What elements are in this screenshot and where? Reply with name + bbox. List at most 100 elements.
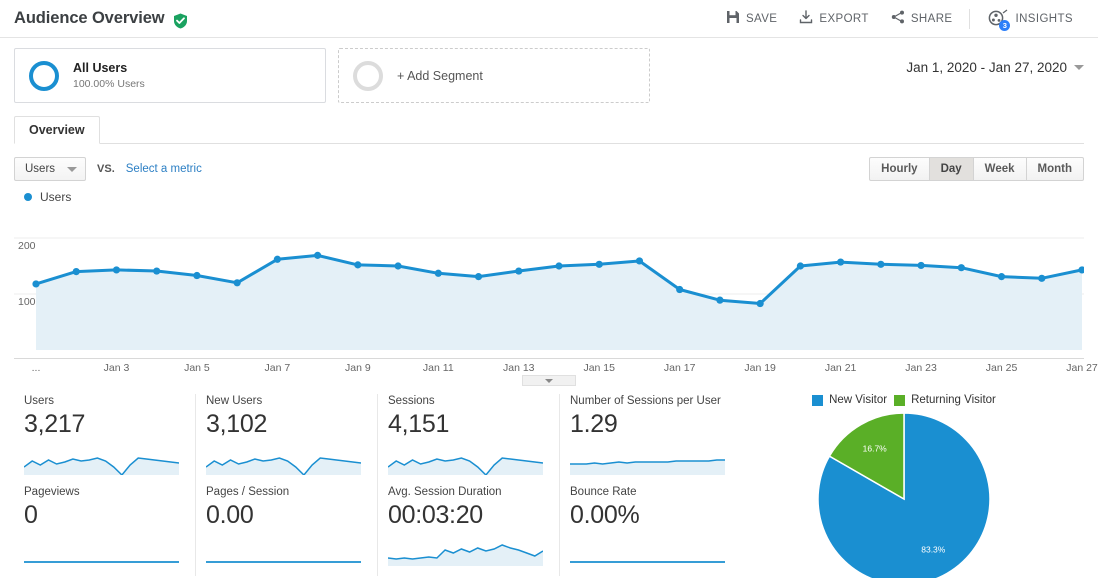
pie-legend-label-returning: Returning Visitor <box>911 394 996 406</box>
x-tick-jan-9: Jan 9 <box>345 362 371 374</box>
metric-value: 4,151 <box>388 410 450 438</box>
metric-sparkline <box>388 544 543 566</box>
granularity-day[interactable]: Day <box>929 157 974 181</box>
x-tick-jan-3: Jan 3 <box>103 362 130 374</box>
chart-expander-handle[interactable] <box>522 375 576 386</box>
export-icon <box>799 10 813 27</box>
x-tick-jan-27: Jan 27 <box>1066 362 1098 374</box>
vs-label: VS. <box>97 163 115 175</box>
metric-selector[interactable]: Users <box>14 157 87 181</box>
select-metric-link[interactable]: Select a metric <box>126 163 202 175</box>
toolbar-divider <box>969 8 971 29</box>
chart-legend: Users <box>0 181 1098 204</box>
svg-text:200: 200 <box>18 240 36 252</box>
metric-label: Users <box>24 395 55 407</box>
metric-card-bounce-rate[interactable]: Bounce Rate 0.00% <box>560 485 741 576</box>
metric-label: Number of Sessions per User <box>570 395 721 407</box>
users-line-chart[interactable]: 200 100 <box>14 210 1084 358</box>
metric-value: 0 <box>24 501 38 529</box>
tab-overview[interactable]: Overview <box>14 116 100 144</box>
add-segment-label: + Add Segment <box>397 68 483 83</box>
verified-shield-icon <box>173 13 188 29</box>
metric-value: 1.29 <box>570 410 618 438</box>
tab-bar: Overview <box>14 116 1084 144</box>
pie-legend-swatch-returning <box>894 394 906 406</box>
segment-sub: 100.00% Users <box>73 77 145 90</box>
svg-text:100: 100 <box>18 296 36 308</box>
x-tick-jan-25: Jan 25 <box>985 362 1018 374</box>
pie-legend: New Visitor Returning Visitor <box>724 394 1084 406</box>
metric-card-avg-session-duration[interactable]: Avg. Session Duration 00:03:20 <box>378 485 560 576</box>
metric-label: Pages / Session <box>206 486 290 498</box>
metric-card-pages-session[interactable]: Pages / Session 0.00 <box>196 485 378 576</box>
metric-label: Sessions <box>388 395 435 407</box>
x-tick-jan-7: Jan 7 <box>264 362 291 374</box>
share-icon <box>891 10 905 27</box>
chart-controls: Users VS. Select a metric Hourly Day Wee… <box>0 144 1098 181</box>
metric-selector-label: Users <box>25 163 56 175</box>
save-button[interactable]: SAVE <box>715 6 788 31</box>
visitor-type-pie-chart: 83.3% 16.7% <box>817 412 991 578</box>
metric-value: 0.00% <box>570 501 640 529</box>
metric-value: 00:03:20 <box>388 501 483 529</box>
date-range-picker[interactable]: Jan 1, 2020 - Jan 27, 2020 <box>906 60 1084 91</box>
pie-slice-label-new-visitor: 83.3% <box>921 545 946 555</box>
segment-name: All Users <box>73 60 128 75</box>
metric-card-new-users[interactable]: New Users 3,102 <box>196 394 378 485</box>
metric-sparkline <box>206 457 361 475</box>
export-label: EXPORT <box>819 12 869 25</box>
metric-sparkline <box>570 561 725 563</box>
pie-legend-label-new: New Visitor <box>829 394 888 406</box>
date-range-label: Jan 1, 2020 - Jan 27, 2020 <box>906 60 1067 75</box>
granularity-week[interactable]: Week <box>973 157 1027 181</box>
segment-bar: All Users 100.00% Users + Add Segment Ja… <box>0 38 1098 103</box>
metric-card-pageviews[interactable]: Pageviews 0 <box>14 485 196 576</box>
app-header: Audience Overview SAVE EXPORT SHARE 3 IN… <box>0 0 1098 38</box>
metric-card-number-of-sessions-per-user[interactable]: Number of Sessions per User 1.29 <box>560 394 741 485</box>
x-tick-jan-5: Jan 5 <box>184 362 210 374</box>
header-toolbar: SAVE EXPORT SHARE 3 INSIGHTS <box>715 5 1084 33</box>
x-tick-jan-15: Jan 15 <box>583 362 615 374</box>
save-label: SAVE <box>745 12 778 25</box>
granularity-hourly[interactable]: Hourly <box>869 157 930 181</box>
metric-label: Pageviews <box>24 486 80 498</box>
metric-label: New Users <box>206 395 263 407</box>
x-tick-jan-21: Jan 21 <box>824 362 857 374</box>
chevron-down-icon <box>1074 65 1084 70</box>
pie-legend-new-visitor: New Visitor <box>812 394 887 406</box>
share-button[interactable]: SHARE <box>880 6 964 31</box>
add-segment-button[interactable]: + Add Segment <box>338 48 650 103</box>
x-tick-jan-23: Jan 23 <box>905 362 937 374</box>
x-tick-jan-19: Jan 19 <box>744 362 776 374</box>
insights-badge: 3 <box>999 19 1011 31</box>
export-button[interactable]: EXPORT <box>788 6 879 31</box>
x-tick-ellipsis: ... <box>31 362 41 374</box>
legend-dot-icon <box>24 193 32 201</box>
segment-all-users[interactable]: All Users 100.00% Users <box>14 48 326 103</box>
chevron-down-icon <box>67 166 78 172</box>
page-title: Audience Overview <box>14 9 165 27</box>
metric-sparkline <box>24 561 179 563</box>
metric-card-users[interactable]: Users 3,217 <box>14 394 196 485</box>
metric-sparkline <box>24 457 179 475</box>
pie-legend-returning-visitor: Returning Visitor <box>894 394 996 406</box>
visitor-type-panel: New Visitor Returning Visitor 83.3% 16.7% <box>714 394 1084 578</box>
granularity-month[interactable]: Month <box>1026 157 1084 181</box>
tab-overview-label: Overview <box>29 123 85 137</box>
metric-sparkline <box>388 457 543 475</box>
pie-chart-holder[interactable]: 83.3% 16.7% <box>724 412 1084 578</box>
metric-label: Avg. Session Duration <box>388 486 502 498</box>
legend-label: Users <box>40 190 72 204</box>
segment-ring-icon <box>29 60 59 91</box>
bottom-section: Users 3,217 New Users 3,102 Sessions 4,151 Num… <box>0 376 1098 578</box>
chart-x-axis: ... Jan 3 Jan 5 Jan 7 Jan 9 Jan 11 Jan 13 Jan 1… <box>14 358 1098 386</box>
metric-card-sessions[interactable]: Sessions 4,151 <box>378 394 560 485</box>
pie-legend-swatch-new <box>812 394 824 406</box>
insights-button[interactable]: 3 INSIGHTS <box>976 5 1084 33</box>
chevron-down-icon <box>545 378 553 383</box>
share-label: SHARE <box>910 12 953 25</box>
save-icon <box>726 10 740 27</box>
pie-slice-label-returning-visitor: 16.7% <box>863 443 888 453</box>
insights-label: INSIGHTS <box>1015 12 1073 25</box>
x-tick-jan-11: Jan 11 <box>422 362 454 374</box>
